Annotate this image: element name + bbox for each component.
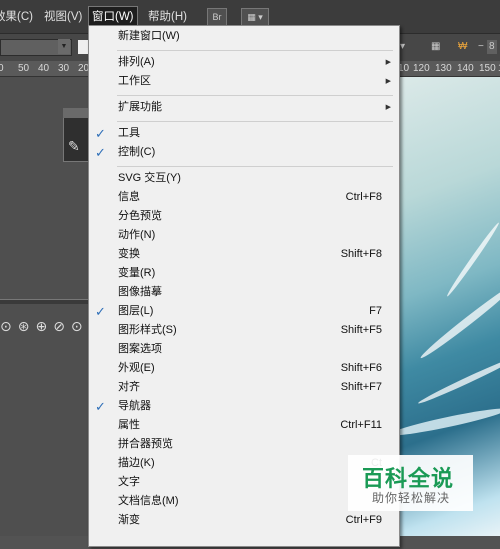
stroke-swatch[interactable] [78, 40, 88, 54]
menu-item[interactable]: 图形样式(S) Shift+F5 [89, 321, 399, 340]
watermark-logo: 百科全说 助你轻松解决 [348, 455, 473, 511]
menu-item-shortcut: Shift+F7 [340, 381, 382, 393]
menu-item[interactable]: 渐变 Ctrl+F9 [89, 511, 399, 530]
menu-view[interactable]: 视图(V) [44, 7, 82, 27]
menu-item[interactable]: 信息 Ctrl+F8 [89, 188, 399, 207]
checkmark-icon: ✓ [95, 126, 106, 141]
menu-item-arrange[interactable]: 排列(A) ▶ [89, 53, 399, 72]
menu-item-tools[interactable]: ✓ 工具 [89, 124, 399, 143]
ruler-tick: 40 [38, 63, 50, 74]
menu-separator [117, 121, 393, 122]
ruler-tick: 30 [58, 63, 70, 74]
width-field[interactable]: 8 [487, 40, 497, 54]
arrange-documents-button[interactable]: ▦ ▾ [241, 8, 269, 26]
menu-item-label: 对齐 [118, 381, 140, 393]
menu-item-shortcut: Shift+F6 [340, 362, 382, 374]
align-icon[interactable]: ▦ [431, 40, 441, 54]
checkmark-icon: ✓ [95, 399, 106, 414]
ruler-tick: 130 [435, 63, 452, 74]
menu-item[interactable]: 变量(R) [89, 264, 399, 283]
menu-item[interactable]: 图案选项 [89, 340, 399, 359]
menu-item[interactable]: SVG 交互(Y) [89, 169, 399, 188]
checkmark-icon: ✓ [95, 304, 106, 319]
grid-icon[interactable]: ▾ [400, 40, 405, 54]
menu-item-label: 图层(L) [118, 305, 154, 317]
menu-separator [117, 50, 393, 51]
brush-icon[interactable]: ✎ [68, 138, 80, 155]
menu-help[interactable]: 帮助(H) [148, 7, 187, 27]
menu-item-shortcut: F7 [369, 305, 382, 317]
submenu-arrow-icon: ▶ [385, 59, 391, 66]
menu-item-control[interactable]: ✓ 控制(C) [89, 143, 399, 162]
menu-item-label: 描边(K) [118, 457, 155, 469]
menu-item-shortcut: Ctrl+F11 [340, 419, 382, 431]
menu-item-new-window[interactable]: 新建窗口(W) [89, 27, 399, 46]
submenu-arrow-icon: ▶ [385, 104, 391, 111]
menu-item-label: 图案选项 [118, 343, 162, 355]
watermark-subtitle: 助你轻松解决 [372, 491, 451, 505]
menu-item-shortcut: Shift+F8 [340, 248, 382, 260]
menu-item-extensions[interactable]: 扩展功能 ▶ [89, 98, 399, 117]
menu-item-label: 文字 [118, 476, 140, 488]
menu-item-label: 分色预览 [118, 210, 162, 222]
menu-item-label: 变量(R) [118, 267, 156, 279]
bridge-button[interactable]: Br [207, 8, 227, 26]
menu-item-label: 渐变 [118, 514, 140, 526]
ruler-tick: 120 [413, 63, 430, 74]
ruler-tick: 50 [18, 63, 30, 74]
menu-item[interactable]: ✓ 图层(L) F7 [89, 302, 399, 321]
menu-item-label: 属性 [118, 419, 140, 431]
submenu-arrow-icon: ▶ [385, 78, 391, 85]
menu-effect[interactable]: 效果(C) [0, 7, 33, 27]
menu-item[interactable]: 变换 Shift+F8 [89, 245, 399, 264]
menu-item-label: 文档信息(M) [118, 495, 179, 507]
ruler-tick: 140 [457, 63, 474, 74]
menu-item-label: 动作(N) [118, 229, 156, 241]
transform-icon[interactable]: ₩ [458, 40, 467, 54]
menu-item-label: 导航器 [118, 400, 151, 412]
menu-item[interactable]: 图像描摹 [89, 283, 399, 302]
symbol-icons-row[interactable]: ⊙⊛⊕⊘⊙ [0, 318, 95, 338]
checkmark-icon: ✓ [95, 145, 106, 160]
ruler-tick: 150 [479, 63, 496, 74]
menu-item[interactable]: 属性 Ctrl+F11 [89, 416, 399, 435]
menu-separator [117, 95, 393, 96]
menu-item[interactable]: ✓ 导航器 [89, 397, 399, 416]
menu-item-shortcut: Shift+F5 [340, 324, 382, 336]
menu-item-shortcut: Ctrl+F9 [345, 514, 382, 526]
ruler-tick: 0 [0, 63, 4, 74]
menu-item-label: 拼合器预览 [118, 438, 173, 450]
menu-item[interactable]: 分色预览 [89, 207, 399, 226]
menu-item[interactable]: 动作(N) [89, 226, 399, 245]
chevron-down-icon[interactable]: ▼ [58, 39, 70, 54]
menu-item-workspace[interactable]: 工作区 ▶ [89, 72, 399, 91]
menu-item-label: 外观(E) [118, 362, 155, 374]
menu-item-label: 信息 [118, 191, 140, 203]
menu-item-label: SVG 交互(Y) [118, 172, 181, 184]
menu-item[interactable]: 拼合器预览 [89, 435, 399, 454]
menu-item-shortcut: Ctrl+F8 [345, 191, 382, 203]
menu-separator [117, 166, 393, 167]
width-prefix: − [478, 41, 484, 52]
menu-item-label: 图形样式(S) [118, 324, 177, 336]
menu-item-label: 变换 [118, 248, 140, 260]
menu-item[interactable]: 外观(E) Shift+F6 [89, 359, 399, 378]
menu-item-label: 图像描摹 [118, 286, 162, 298]
menu-item[interactable]: 对齐 Shift+F7 [89, 378, 399, 397]
panel-divider [0, 299, 95, 304]
